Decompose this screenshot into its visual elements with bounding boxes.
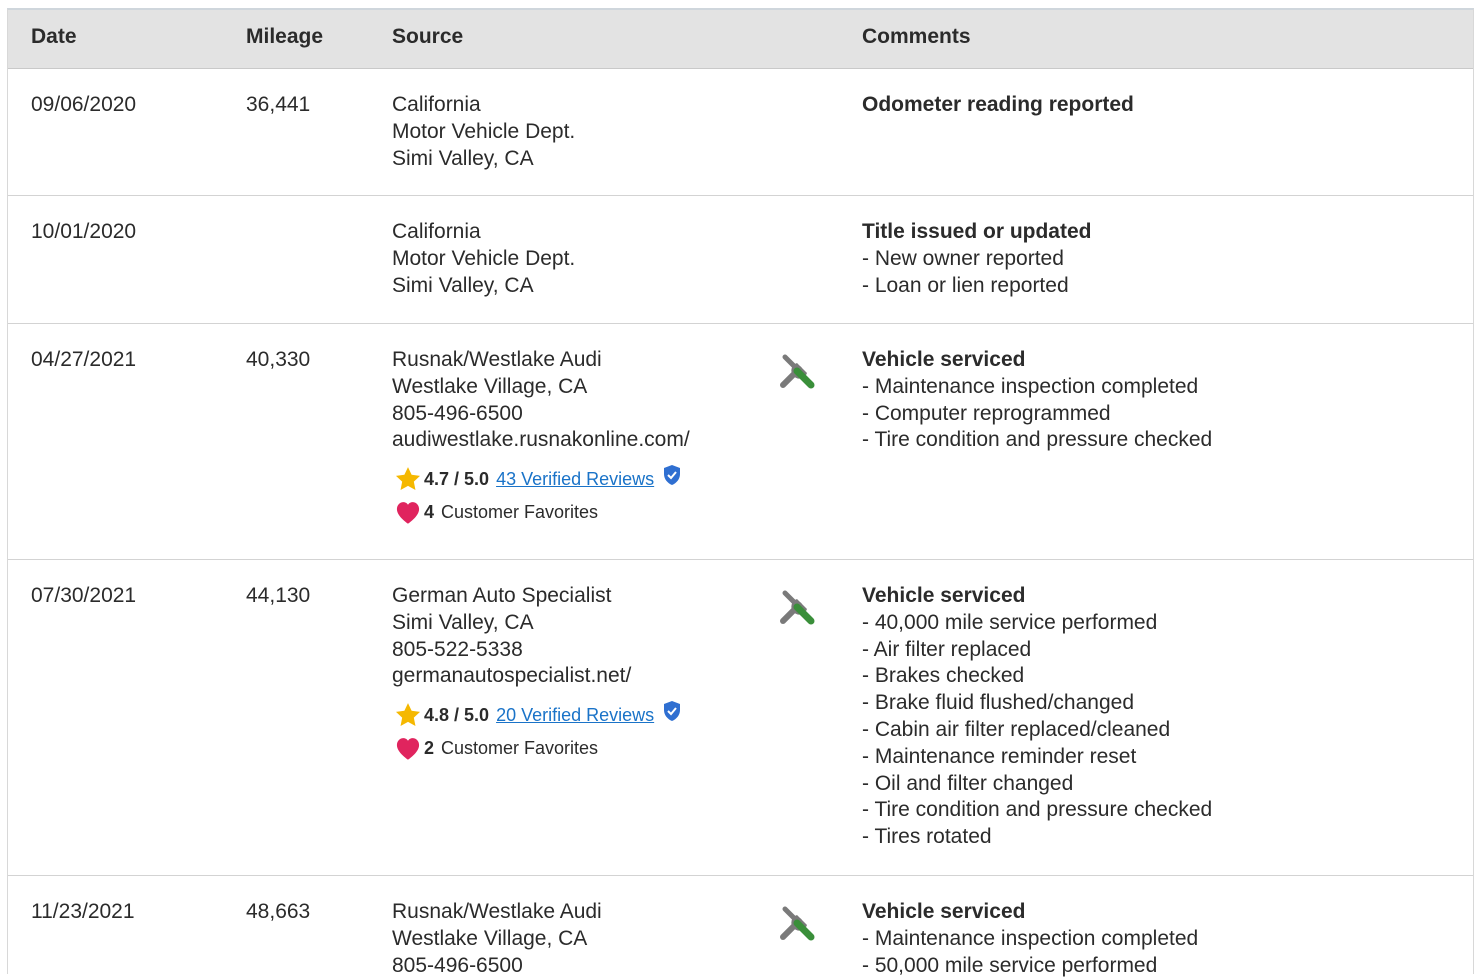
row-source: German Auto Specialist Simi Valley, CA 8… xyxy=(392,583,682,765)
source-line: German Auto Specialist xyxy=(392,584,612,607)
table-header: Date Mileage Source Comments xyxy=(8,10,1473,69)
row-source: California Motor Vehicle Dept. Simi Vall… xyxy=(392,92,575,172)
source-line: 805-522-5338 xyxy=(392,637,523,661)
comment-item: - Tire condition and pressure checked xyxy=(862,428,1213,452)
source-line: Rusnak/Westlake Audi xyxy=(392,348,602,371)
dealer-rating: 4.8 / 5.0 20 Verified Reviews xyxy=(392,699,682,731)
source-line: Simi Valley, CA xyxy=(392,610,534,634)
header-date: Date xyxy=(31,25,77,48)
header-mileage: Mileage xyxy=(246,25,324,48)
comment-item: - Brake fluid flushed/changed xyxy=(862,691,1135,715)
row-comments: Title issued or updated - New owner repo… xyxy=(862,219,1091,299)
comment-item: - Maintenance inspection completed xyxy=(862,374,1199,398)
comment-item: - Oil and filter changed xyxy=(862,771,1074,795)
star-icon xyxy=(394,701,424,729)
comment-item: - Maintenance inspection completed xyxy=(862,926,1199,950)
service-wrench-icon xyxy=(777,587,817,635)
row-mileage: 44,130 xyxy=(246,584,311,607)
favorites-count: 2 xyxy=(424,737,435,758)
source-line: Motor Vehicle Dept. xyxy=(392,246,576,270)
comment-item: - Air filter replaced xyxy=(862,637,1032,661)
favorites-label: Customer Favorites xyxy=(441,501,599,522)
comment-item: - Maintenance reminder reset xyxy=(862,744,1137,768)
comment-title: Odometer reading reported xyxy=(862,93,1134,116)
comment-title: Title issued or updated xyxy=(862,220,1092,243)
row-mileage: 48,663 xyxy=(246,900,311,923)
source-line: California xyxy=(392,93,481,116)
row-comments: Vehicle serviced - Maintenance inspectio… xyxy=(862,347,1212,454)
table-row: 09/06/2020 36,441 California Motor Vehic… xyxy=(8,69,1473,196)
row-comments: Odometer reading reported xyxy=(862,92,1134,119)
row-mileage: 40,330 xyxy=(246,348,311,371)
comment-title: Vehicle serviced xyxy=(862,900,1026,923)
comment-title: Vehicle serviced xyxy=(862,584,1026,607)
comment-item: - Computer reprogrammed xyxy=(862,401,1111,425)
source-line: Simi Valley, CA xyxy=(392,146,534,170)
source-line: 805-496-6500 xyxy=(392,401,523,425)
verified-reviews-link[interactable]: 43 Verified Reviews xyxy=(496,466,654,493)
comment-title: Vehicle serviced xyxy=(862,348,1026,371)
row-source: Rusnak/Westlake Audi Westlake Village, C… xyxy=(392,899,602,979)
row-date: 07/30/2021 xyxy=(31,584,137,607)
verified-reviews-link[interactable]: 20 Verified Reviews xyxy=(496,702,654,729)
source-line: California xyxy=(392,220,481,243)
favorites-label: Customer Favorites xyxy=(441,737,599,758)
table-row: 07/30/2021 44,130 German Auto Specialist… xyxy=(8,560,1473,876)
comment-item: - Tire condition and pressure checked xyxy=(862,798,1213,822)
source-line: Westlake Village, CA xyxy=(392,926,588,950)
row-comments: Vehicle serviced - Maintenance inspectio… xyxy=(862,899,1198,979)
table-row: 11/23/2021 48,663 Rusnak/Westlake Audi W… xyxy=(8,876,1473,977)
dealer-rating: 4.7 / 5.0 43 Verified Reviews xyxy=(392,463,690,495)
comment-item: - Tires rotated xyxy=(862,825,992,849)
row-source: California Motor Vehicle Dept. Simi Vall… xyxy=(392,219,575,299)
source-line: Westlake Village, CA xyxy=(392,374,588,398)
header-source: Source xyxy=(392,25,464,48)
rating-value: 4.7 / 5.0 xyxy=(424,468,490,489)
comment-item: - 50,000 mile service performed xyxy=(862,953,1158,977)
row-date: 10/01/2020 xyxy=(31,220,137,243)
source-website: audiwestlake.rusnakonline.com/ xyxy=(392,428,690,452)
row-comments: Vehicle serviced - 40,000 mile service p… xyxy=(862,583,1212,851)
comment-item: - Loan or lien reported xyxy=(862,273,1069,297)
row-date: 09/06/2020 xyxy=(31,93,137,116)
table-row: 10/01/2020 California Motor Vehicle Dept… xyxy=(8,196,1473,324)
star-icon xyxy=(394,465,424,493)
service-wrench-icon xyxy=(777,903,817,951)
customer-favorites: 4 Customer Favorites xyxy=(392,495,690,529)
customer-favorites: 2 Customer Favorites xyxy=(392,731,682,765)
comment-item: - 40,000 mile service performed xyxy=(862,610,1158,634)
rating-value: 4.8 / 5.0 xyxy=(424,704,490,725)
source-website: germanautospecialist.net/ xyxy=(392,664,632,688)
source-line: Motor Vehicle Dept. xyxy=(392,119,576,143)
favorites-count: 4 xyxy=(424,501,435,522)
source-line: Simi Valley, CA xyxy=(392,273,534,297)
heart-icon xyxy=(394,734,424,762)
row-source: Rusnak/Westlake Audi Westlake Village, C… xyxy=(392,347,690,529)
comment-item: - New owner reported xyxy=(862,246,1064,270)
service-wrench-icon xyxy=(777,351,817,399)
source-line: 805-496-6500 xyxy=(392,953,523,977)
row-date: 04/27/2021 xyxy=(31,348,137,371)
row-mileage: 36,441 xyxy=(246,93,311,116)
table-row: 04/27/2021 40,330 Rusnak/Westlake Audi W… xyxy=(8,324,1473,560)
source-line: Rusnak/Westlake Audi xyxy=(392,900,602,923)
row-date: 11/23/2021 xyxy=(31,900,135,923)
header-comments: Comments xyxy=(862,25,971,48)
vehicle-history-table: Date Mileage Source Comments 09/06/2020 … xyxy=(7,8,1474,977)
verified-badge-icon xyxy=(662,700,682,730)
verified-badge-icon xyxy=(662,464,682,494)
heart-icon xyxy=(394,498,424,526)
comment-item: - Cabin air filter replaced/cleaned xyxy=(862,717,1171,741)
comment-item: - Brakes checked xyxy=(862,664,1025,688)
